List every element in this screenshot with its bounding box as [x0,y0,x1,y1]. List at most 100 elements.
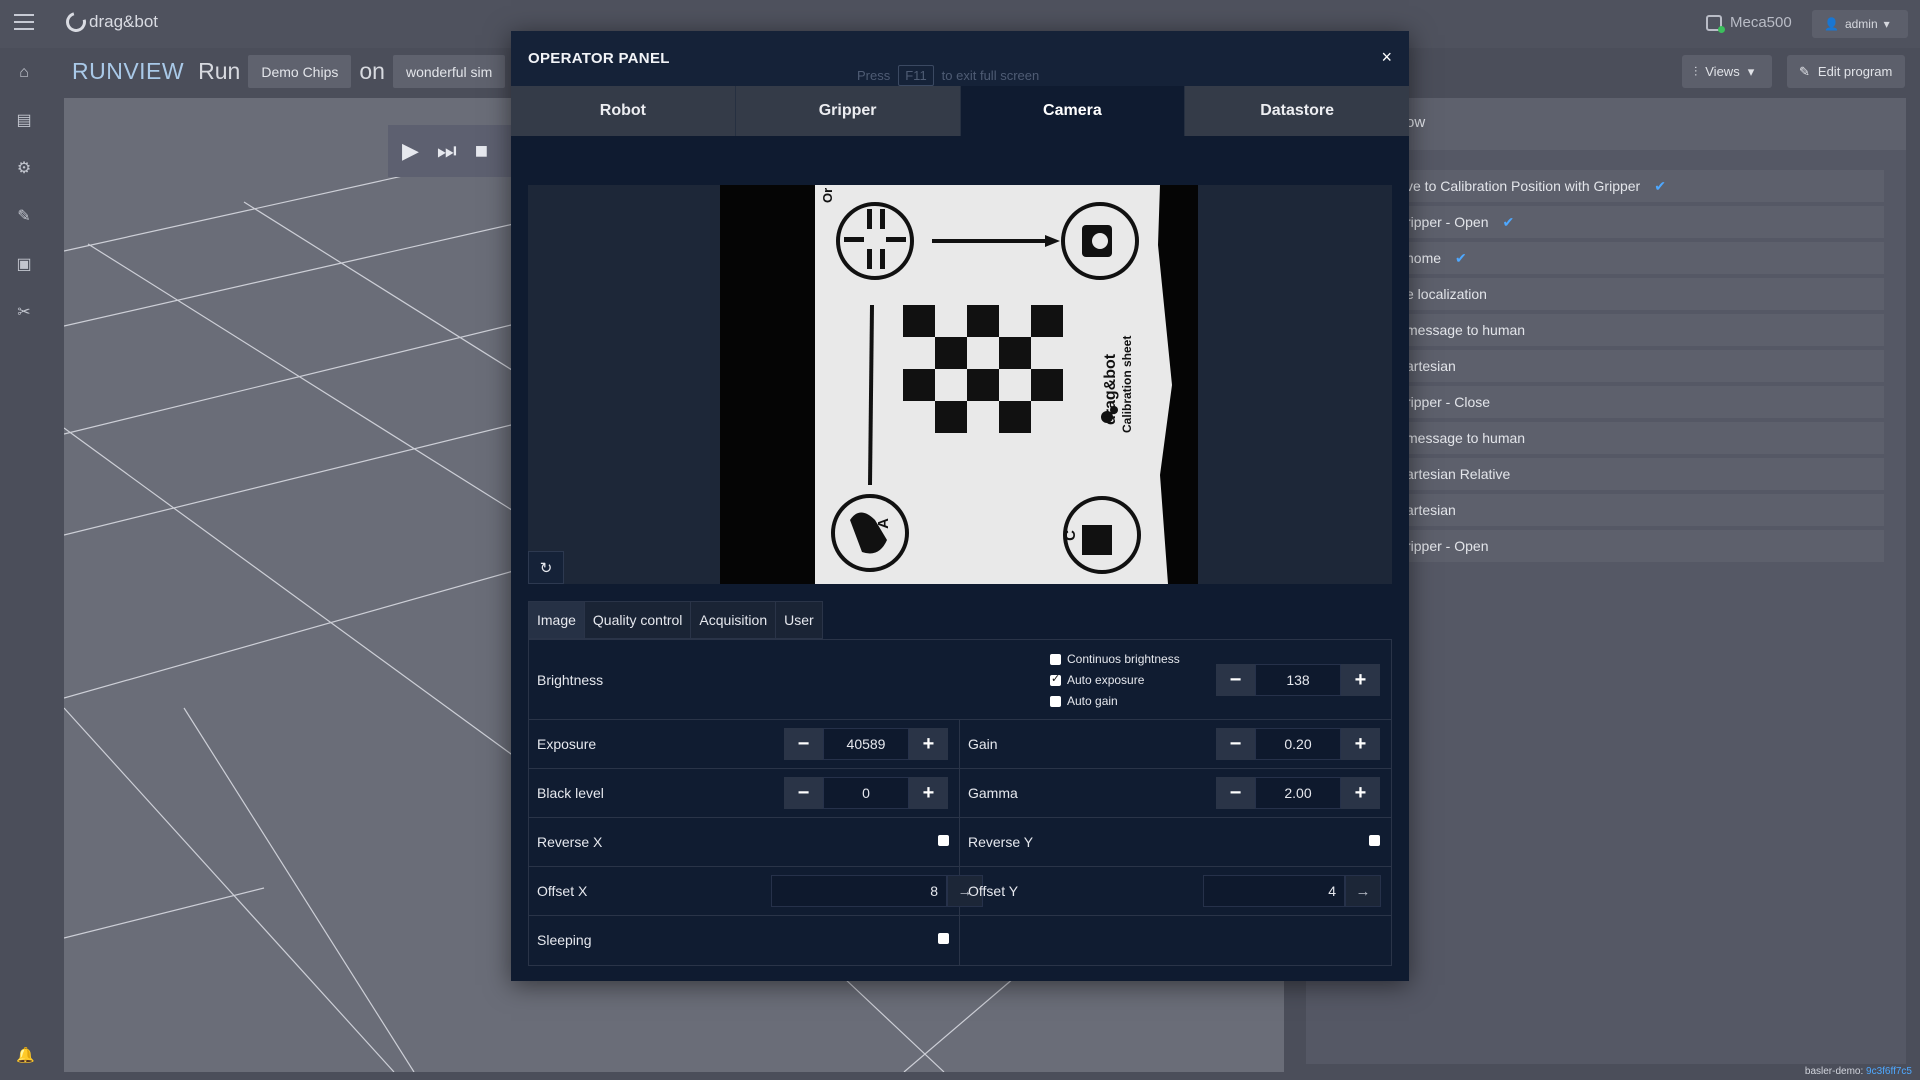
gamma-value[interactable]: 2.00 [1255,777,1341,809]
modal-title: OPERATOR PANEL [528,50,670,67]
black-level-decrement-button[interactable]: − [784,777,823,809]
step-forward-icon[interactable]: ⏭ [437,138,457,164]
sleeping-checkbox[interactable] [938,933,949,944]
app-logo[interactable]: drag&bot [62,8,158,36]
exposure-gain-row: Exposure − 40589 + Gain − 0.20 + [529,720,1391,769]
sheet-top-fragment: Or [820,187,835,203]
skills-icon[interactable]: ✎ [14,208,34,226]
user-name: admin [1844,17,1878,31]
gamma-label: Gamma [968,785,1018,801]
offset-x-control: 8 → [771,875,983,907]
flow-step-label: message to human [1406,322,1526,338]
check-icon: ✔ [1455,249,1467,266]
exposure-stepper: − 40589 + [784,728,948,760]
gain-cell: Gain − 0.20 + [960,720,1391,768]
gain-decrement-button[interactable]: − [1216,728,1255,760]
exposure-value[interactable]: 40589 [823,728,909,760]
camera-image: drag&bot Calibration sheet Or A B C [720,185,1198,584]
programs-icon[interactable]: ▤ [14,112,34,130]
tab-camera[interactable]: Camera [959,86,1185,136]
flow-step-label: ripper - Close [1406,394,1491,410]
black-level-value[interactable]: 0 [823,777,909,809]
play-icon[interactable]: ▶ [402,138,419,164]
brightness-value[interactable]: 138 [1255,664,1341,696]
refresh-camera-button[interactable]: ↻ [528,551,564,584]
program-pill[interactable]: Demo Chips [248,55,352,88]
reverse-y-checkbox[interactable] [1369,835,1380,846]
tab-gripper[interactable]: Gripper [734,86,960,136]
views-button[interactable]: ⫶ Views ▾ [1682,55,1772,88]
arrow-right-icon: → [1355,882,1371,900]
flow-step-label: ripper - Open [1406,538,1489,554]
exposure-cell: Exposure − 40589 + [529,720,960,768]
robot-arm-icon[interactable]: ⚙ [14,160,34,178]
camera-tab-body: drag&bot Calibration sheet Or A B C ↻ Im… [511,136,1409,981]
user-menu-button[interactable]: 👤 admin ▾ [1812,10,1908,38]
caret-down-icon: ▾ [1883,17,1890,31]
flow-step-label: artesian Relative [1406,466,1511,482]
playback-controls: ▶ ⏭ ■ [388,125,518,177]
subtab-quality-control[interactable]: Quality control [583,601,692,639]
offset-row: Offset X 8 → Offset Y 4 → [529,867,1391,916]
camera-view: drag&bot Calibration sheet Or A B C ↻ [528,185,1392,584]
offset-x-input[interactable]: 8 [771,875,947,907]
reverse-x-checkbox[interactable] [938,835,949,846]
runview-title: RUNVIEW [72,58,185,84]
offset-x-label: Offset X [537,883,588,899]
auto-exposure-label: Auto exposure [1067,673,1145,687]
brightness-decrement-button[interactable]: − [1216,664,1255,696]
gain-value[interactable]: 0.20 [1255,728,1341,760]
caret-down-icon: ▾ [1747,63,1755,79]
sleeping-cell: Sleeping [529,916,960,965]
offset-y-apply-button[interactable]: → [1345,875,1381,907]
home-icon[interactable]: ⌂ [14,64,34,82]
tools-icon[interactable]: ✂ [14,304,34,322]
stop-icon[interactable]: ■ [475,138,488,164]
continuous-brightness-checkbox[interactable]: Continuos brightness [1050,652,1180,666]
auto-exposure-checkbox[interactable]: Auto exposure [1050,672,1145,687]
offset-y-input[interactable]: 4 [1203,875,1345,907]
modal-header: OPERATOR PANEL Press F11 to exit full sc… [511,31,1409,86]
edit-program-button[interactable]: ✎ Edit program [1787,55,1905,88]
marker-b-label: B [1082,257,1095,265]
check-icon: ✔ [1654,177,1666,194]
auto-gain-checkbox[interactable]: Auto gain [1050,694,1118,708]
gain-label: Gain [968,736,998,752]
exposure-label: Exposure [537,736,597,752]
brightness-stepper: − 138 + [1216,664,1380,696]
toolbox-icon[interactable]: ▣ [14,256,34,274]
black-level-gamma-row: Black level − 0 + Gamma − 2.00 + [529,769,1391,818]
menu-icon[interactable] [14,14,34,32]
robot-icon [1706,14,1725,33]
gain-increment-button[interactable]: + [1341,728,1380,760]
robot-status[interactable]: Meca500 [1706,14,1792,33]
tab-robot[interactable]: Robot [511,86,735,136]
black-level-increment-button[interactable]: + [909,777,948,809]
offset-y-control: 4 → [1203,875,1381,907]
target-pill[interactable]: wonderful sim [392,55,506,88]
subtab-image[interactable]: Image [528,601,585,639]
check-icon: ✔ [1502,213,1515,230]
tab-datastore[interactable]: Datastore [1184,86,1409,136]
auto-gain-label: Auto gain [1067,694,1118,708]
on-label: on [359,58,385,84]
close-button[interactable]: × [1381,47,1392,68]
gamma-increment-button[interactable]: + [1341,777,1380,809]
exposure-increment-button[interactable]: + [909,728,948,760]
offset-y-label: Offset Y [968,883,1019,899]
black-level-label: Black level [537,785,604,801]
gain-stepper: − 0.20 + [1216,728,1380,760]
sleeping-label: Sleeping [537,932,592,948]
notifications-icon[interactable]: 🔔 [16,1046,35,1064]
exposure-decrement-button[interactable]: − [784,728,823,760]
subtab-user[interactable]: User [775,601,823,639]
build-hash-link[interactable]: 9c3f6ff7c5 [1866,1066,1912,1077]
subtab-acquisition[interactable]: Acquisition [690,601,777,639]
reverse-x-cell: Reverse X [529,818,960,866]
build-label: basler-demo: [1804,1066,1864,1077]
flow-step-label: artesian [1406,358,1456,374]
views-label: Views [1705,64,1740,79]
sheet-brand-text: drag&bot [1102,353,1119,425]
gamma-decrement-button[interactable]: − [1216,777,1255,809]
brightness-increment-button[interactable]: + [1341,664,1380,696]
